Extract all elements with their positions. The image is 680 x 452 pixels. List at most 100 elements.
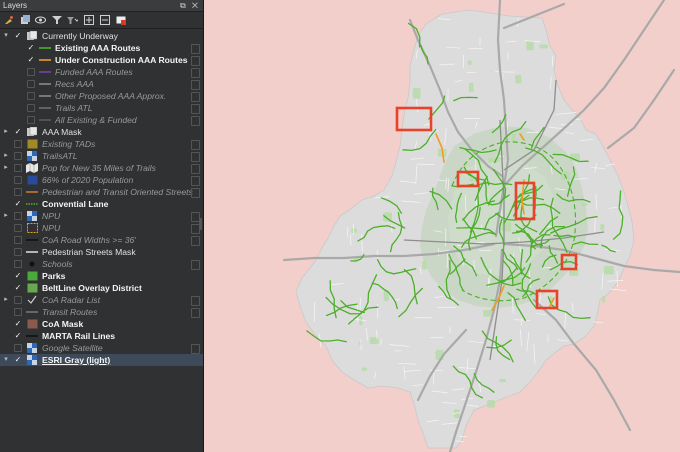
layer-indicator-icon (191, 80, 200, 90)
layer-row[interactable]: 66% of 2020 Population (0, 174, 203, 186)
layer-symbol-icon (26, 199, 38, 209)
filter-by-expression-icon[interactable] (67, 15, 78, 26)
layer-symbol-icon (26, 223, 38, 233)
expand-arrow-icon[interactable]: ▸ (2, 126, 10, 138)
layer-row[interactable]: ✓ Existing AAA Routes (0, 42, 203, 54)
layer-label: Pedestrian and Transit Oriented Streets (42, 187, 193, 197)
expand-arrow-icon[interactable]: ▸ (2, 294, 10, 306)
layer-row[interactable]: Google Satellite (0, 342, 203, 354)
layer-symbol-icon (26, 127, 38, 137)
layer-visibility-checkbox[interactable] (14, 248, 22, 256)
layer-visibility-checkbox[interactable]: ✓ (14, 127, 22, 136)
layer-visibility-checkbox[interactable]: ✓ (27, 43, 35, 52)
layer-visibility-checkbox[interactable] (14, 236, 22, 244)
park-polygon (499, 378, 506, 383)
manage-visibility-icon[interactable] (35, 15, 46, 26)
expand-arrow-icon[interactable]: ▸ (2, 162, 10, 174)
layer-visibility-checkbox[interactable] (14, 344, 22, 352)
layer-visibility-checkbox[interactable]: ✓ (14, 283, 22, 292)
expand-all-icon[interactable] (83, 15, 94, 26)
layer-visibility-checkbox[interactable] (14, 188, 22, 196)
layer-visibility-checkbox[interactable] (14, 212, 22, 220)
layer-visibility-checkbox[interactable]: ✓ (14, 319, 22, 328)
layer-label: Under Construction AAA Routes (55, 55, 188, 65)
open-layer-styling-icon[interactable] (3, 15, 14, 26)
expand-arrow-icon[interactable]: ▸ (2, 210, 10, 222)
layer-visibility-checkbox[interactable] (27, 80, 35, 88)
panel-window-controls[interactable]: ⧉ ✕ (180, 1, 200, 11)
layer-symbol-icon (26, 355, 38, 365)
layer-row[interactable]: ▸ Pop for New 35 Miles of Trails (0, 162, 203, 174)
layer-row[interactable]: Trails ATL (0, 102, 203, 114)
add-group-icon[interactable] (19, 15, 30, 26)
layer-row[interactable]: ▾ ✓ ESRI Gray (light) (0, 354, 203, 366)
layer-row[interactable]: ▸ CoA Radar List (0, 294, 203, 306)
layer-visibility-checkbox[interactable]: ✓ (14, 331, 22, 340)
panel-splitter-handle[interactable] (199, 218, 202, 230)
layer-row[interactable]: Pedestrian and Transit Oriented Streets (0, 186, 203, 198)
layer-visibility-checkbox[interactable] (14, 260, 22, 268)
layer-row[interactable]: Recs AAA (0, 78, 203, 90)
layer-row[interactable]: Existing TADs (0, 138, 203, 150)
layer-row[interactable]: All Existing & Funded (0, 114, 203, 126)
remove-layer-icon[interactable] (115, 15, 126, 26)
layer-visibility-checkbox[interactable] (14, 308, 22, 316)
layer-row[interactable]: ✓ Under Construction AAA Routes (0, 54, 203, 66)
layer-row[interactable]: NPU (0, 222, 203, 234)
layer-symbol-icon (26, 175, 38, 185)
layer-visibility-checkbox[interactable] (14, 224, 22, 232)
collapse-arrow-icon[interactable]: ▾ (2, 354, 10, 366)
park-polygon (511, 133, 516, 143)
layer-indicator-icon (191, 260, 200, 270)
layer-visibility-checkbox[interactable] (27, 92, 35, 100)
layer-visibility-checkbox[interactable]: ✓ (14, 271, 22, 280)
layer-visibility-checkbox[interactable] (14, 164, 22, 172)
layer-label: NPU (42, 223, 61, 233)
layer-row[interactable]: ✓ BeltLine Overlay District (0, 282, 203, 294)
layer-visibility-checkbox[interactable]: ✓ (27, 55, 35, 64)
layer-row[interactable]: Pedestrian Streets Mask (0, 246, 203, 258)
collapse-all-icon[interactable] (99, 15, 110, 26)
layer-symbol-icon (39, 103, 51, 113)
layer-symbol-icon (26, 343, 38, 353)
layer-visibility-checkbox[interactable] (14, 296, 22, 304)
collapse-arrow-icon[interactable]: ▾ (2, 30, 10, 42)
layer-symbol-icon (26, 283, 38, 293)
layer-visibility-checkbox[interactable]: ✓ (14, 355, 22, 364)
layer-row[interactable]: ▾ ✓ Currently Underway (0, 30, 203, 42)
layer-visibility-checkbox[interactable] (14, 176, 22, 184)
layer-row[interactable]: ✓ Convential Lane (0, 198, 203, 210)
layer-row[interactable]: CoA Road Widths >= 36' (0, 234, 203, 246)
layer-indicator-icon (191, 308, 200, 318)
layer-row[interactable]: Other Proposed AAA Approx. (0, 90, 203, 102)
layer-symbol-icon (39, 67, 51, 77)
layer-row[interactable]: ✓ MARTA Rail Lines (0, 330, 203, 342)
layer-visibility-checkbox[interactable] (14, 140, 22, 148)
layer-label: Pop for New 35 Miles of Trails (42, 163, 156, 173)
layer-symbol-icon (26, 211, 38, 221)
layer-symbol-icon (26, 31, 38, 41)
map-canvas[interactable] (204, 0, 680, 452)
layer-visibility-checkbox[interactable]: ✓ (14, 31, 22, 40)
layer-row[interactable]: Schools (0, 258, 203, 270)
layer-visibility-checkbox[interactable] (27, 116, 35, 124)
layer-row[interactable]: Funded AAA Routes (0, 66, 203, 78)
layer-row[interactable]: ▸ TrailsATL (0, 150, 203, 162)
layer-visibility-checkbox[interactable] (27, 104, 35, 112)
layer-visibility-checkbox[interactable]: ✓ (14, 199, 22, 208)
layer-symbol-icon (26, 163, 38, 173)
layer-label: Recs AAA (55, 79, 94, 89)
layer-row[interactable]: Transit Routes (0, 306, 203, 318)
layer-row[interactable]: ✓ CoA Mask (0, 318, 203, 330)
layer-visibility-checkbox[interactable] (27, 68, 35, 76)
layer-visibility-checkbox[interactable] (14, 152, 22, 160)
layer-row[interactable]: ▸ NPU (0, 210, 203, 222)
layer-row[interactable]: ▸ ✓ AAA Mask (0, 126, 203, 138)
layer-label: Trails ATL (55, 103, 93, 113)
filter-legend-icon[interactable] (51, 15, 62, 26)
layer-row[interactable]: ✓ Parks (0, 270, 203, 282)
expand-arrow-icon[interactable]: ▸ (2, 150, 10, 162)
layers-panel-title: Layers (3, 1, 28, 10)
park-polygon (422, 260, 427, 270)
layers-panel-titlebar: Layers ⧉ ✕ (0, 0, 203, 12)
